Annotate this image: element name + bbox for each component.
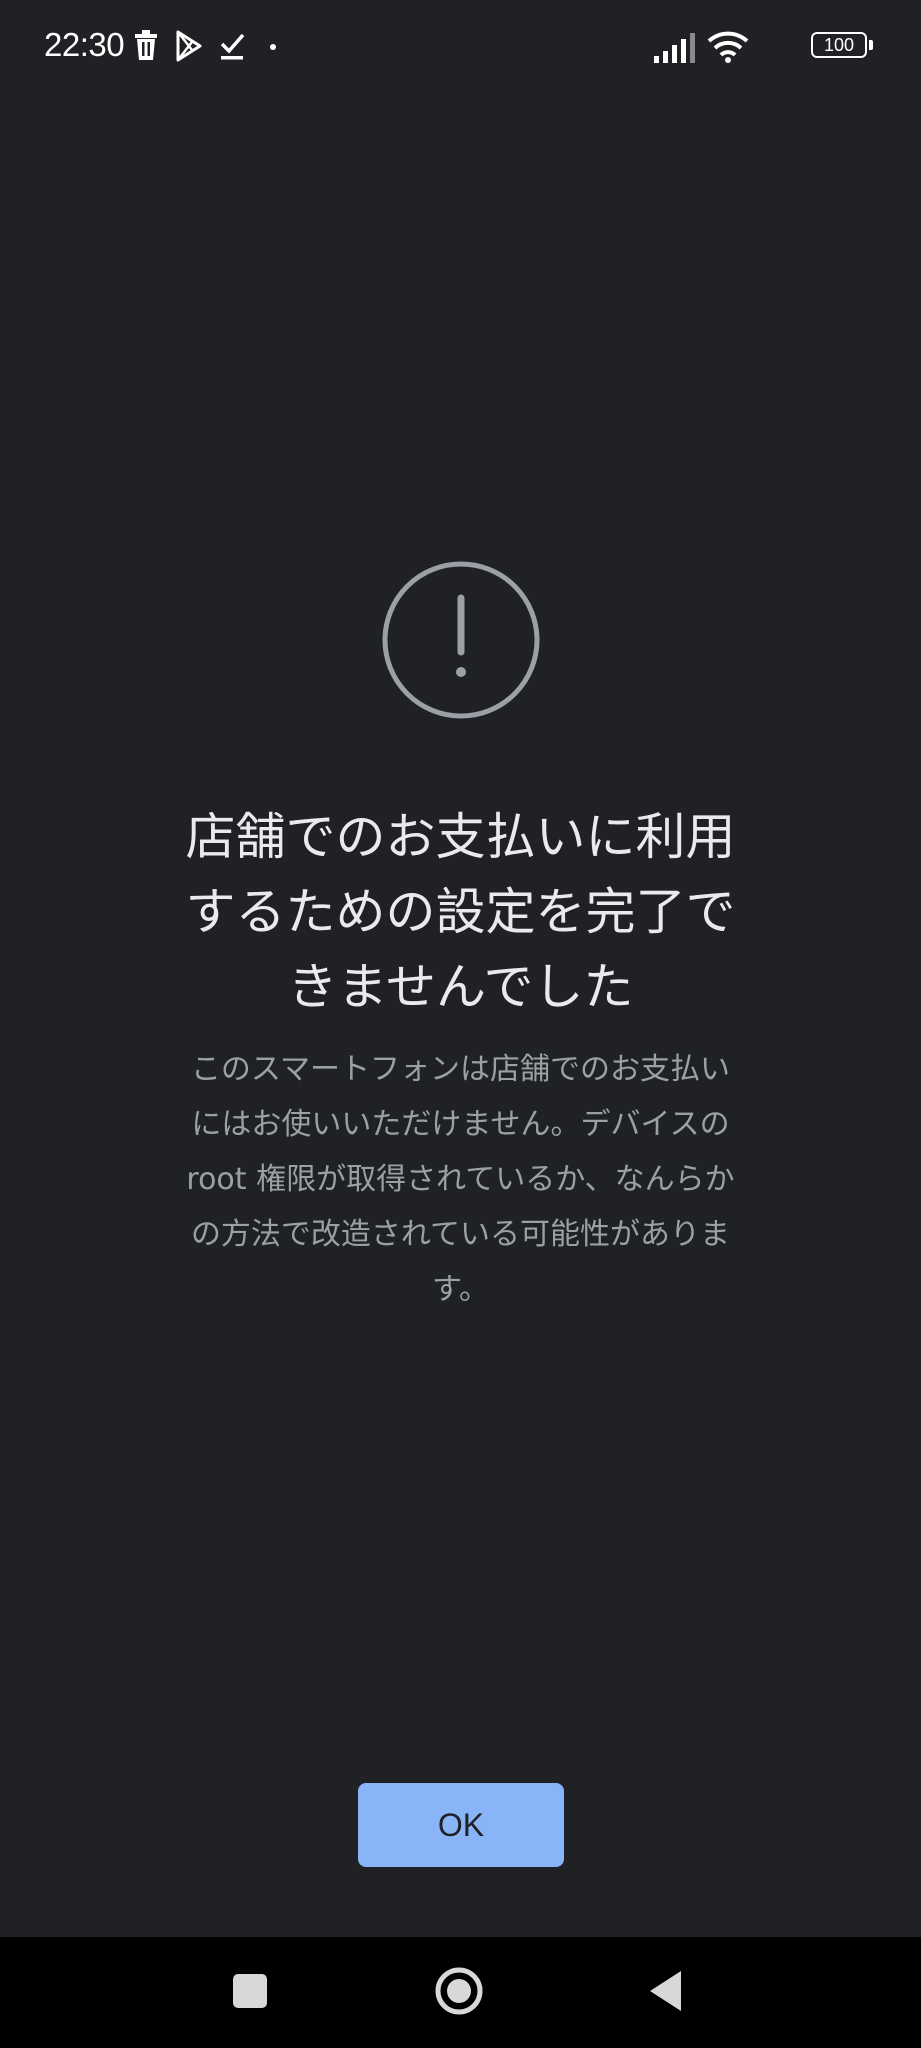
wifi-icon — [707, 31, 749, 63]
title-line: きませんでした — [287, 958, 634, 1016]
message-line: root 権限が取得されているか、なんらか — [186, 1162, 735, 1197]
battery-level: 100 — [823, 35, 855, 55]
recents-square-icon[interactable] — [220, 1961, 280, 2021]
title-line: 店舗でのお支払いに利用 — [185, 808, 736, 866]
navigation-bar — [0, 1937, 921, 2048]
title-line: するための設定を完了で — [185, 883, 736, 941]
back-triangle-icon[interactable] — [636, 1961, 696, 2021]
home-circle-icon[interactable] — [429, 1961, 489, 2021]
dialog-message: このスマートフォンは店舗でのお支払い にはお使いいただけません。デバイスの ro… — [150, 1042, 771, 1317]
message-line: このスマートフォンは店舗でのお支払い — [190, 1052, 731, 1087]
status-time: 22:30 — [44, 26, 125, 63]
battery-icon: 100 — [811, 32, 873, 58]
message-line: す。 — [432, 1272, 489, 1307]
signal-icon — [654, 33, 695, 63]
message-line: にはお使いいただけません。デバイスの — [191, 1107, 730, 1142]
alert-circle-icon — [382, 561, 540, 719]
download-done-icon — [220, 33, 245, 60]
dot-icon — [270, 44, 276, 50]
ok-button[interactable]: OK — [358, 1783, 564, 1867]
play-store-icon — [176, 30, 202, 62]
dialog-title: 店舗でのお支払いに利用 するための設定を完了で きませんでした — [130, 800, 791, 1025]
trash-icon — [135, 30, 157, 60]
status-bar: 22:30 100 — [0, 0, 921, 96]
message-line: の方法で改造されている可能性がありま — [190, 1217, 731, 1252]
